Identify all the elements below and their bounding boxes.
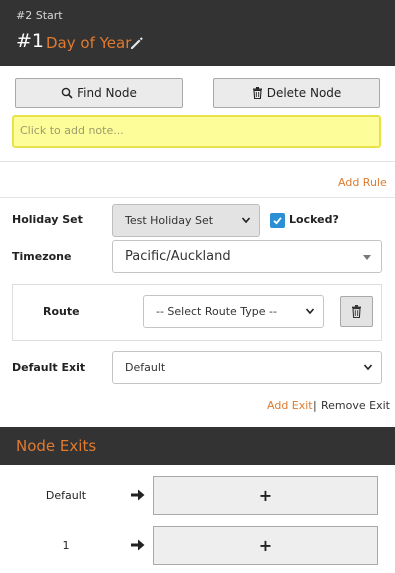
trash-icon (352, 305, 361, 318)
arrow-right-icon (131, 489, 145, 501)
note-field[interactable]: Click to add note... (12, 115, 381, 148)
node-header: #2 Start #1 Day of Year (0, 0, 395, 66)
holiday-set-label: Holiday Set (12, 213, 83, 226)
route-type-select[interactable]: -- Select Route Type -- (143, 295, 324, 328)
check-icon (273, 217, 282, 225)
delete-route-button[interactable] (340, 296, 373, 327)
holiday-set-value: Test Holiday Set (125, 214, 214, 227)
holiday-set-select[interactable]: Test Holiday Set (112, 204, 260, 237)
caret-down-icon (363, 255, 371, 260)
delete-node-label: Delete Node (266, 86, 342, 100)
node-title[interactable]: Day of Year (46, 34, 131, 52)
search-icon (61, 87, 73, 99)
pencil-icon[interactable] (129, 35, 145, 51)
exit-label: 1 (62, 539, 70, 552)
default-exit-select[interactable]: Default (112, 351, 382, 384)
find-node-button[interactable]: Find Node (15, 78, 183, 108)
arrow-right-icon (131, 539, 145, 551)
route-type-value: -- Select Route Type -- (156, 305, 277, 318)
node-number: #1 (16, 30, 45, 52)
node-exits-title: Node Exits (16, 437, 97, 455)
add-exit-target-button[interactable]: + (153, 526, 378, 565)
add-exit-link[interactable]: Add Exit (267, 399, 313, 412)
breadcrumb[interactable]: #2 Start (16, 9, 63, 22)
default-exit-label: Default Exit (12, 361, 86, 374)
remove-exit-link[interactable]: Remove Exit (321, 399, 390, 412)
locked-checkbox[interactable] (270, 213, 285, 228)
timezone-value: Pacific/Auckland (125, 249, 231, 264)
find-node-label: Find Node (77, 86, 137, 100)
divider (0, 197, 395, 198)
timezone-select[interactable]: Pacific/Auckland (112, 240, 382, 273)
default-exit-value: Default (125, 361, 166, 374)
node-exits-header: Node Exits (0, 427, 395, 465)
chevron-down-icon (363, 364, 373, 371)
add-rule-link[interactable]: Add Rule (338, 176, 387, 189)
chevron-down-icon (305, 308, 315, 315)
add-exit-target-button[interactable]: + (153, 476, 378, 515)
link-separator: | (313, 399, 317, 412)
timezone-label: Timezone (12, 250, 72, 263)
exit-label: Default (45, 489, 87, 502)
chevron-down-icon (241, 217, 251, 224)
locked-label: Locked? (289, 213, 339, 226)
delete-node-button[interactable]: Delete Node (213, 78, 380, 108)
route-label: Route (43, 305, 80, 318)
trash-icon (252, 87, 262, 99)
divider (0, 161, 395, 162)
